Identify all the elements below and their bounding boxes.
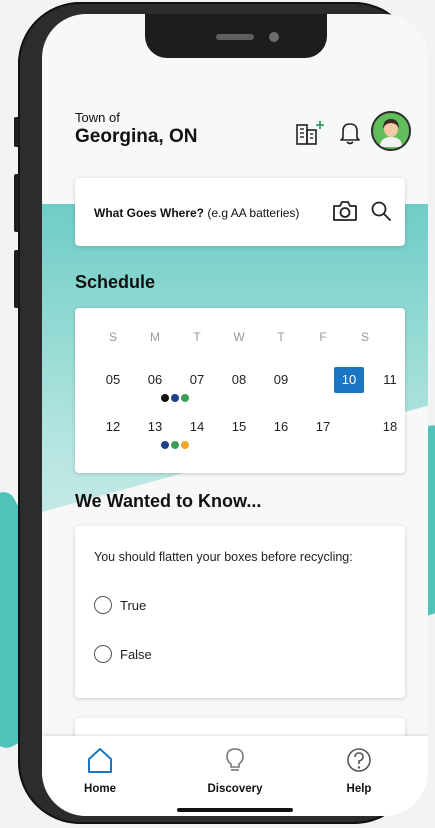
pickup-dot (171, 394, 179, 402)
calendar-date-selected[interactable]: 10 (334, 367, 364, 393)
calendar-date[interactable]: 15 (224, 414, 254, 440)
tab-label: Discovery (207, 783, 263, 795)
radio-button[interactable] (94, 645, 112, 663)
tab-help[interactable]: Help (314, 746, 404, 795)
weekday-label: M (150, 330, 160, 344)
weekday-label: F (319, 330, 327, 344)
town-name: Georgina, ON (75, 126, 198, 147)
we-wanted-to-know-title: We Wanted to Know... (75, 491, 262, 511)
quiz-question: You should flatten your boxes before rec… (94, 550, 353, 564)
tab-home[interactable]: Home (55, 746, 145, 795)
camera-icon[interactable] (332, 200, 358, 222)
what-goes-where-search[interactable]: What Goes Where? (e.g AA batteries) (75, 178, 405, 246)
calendar-date[interactable]: 17 (308, 414, 338, 440)
phone-frame: Town of Georgina, ON What Goes Where? (e… (14, 2, 428, 824)
phone-side-button (14, 174, 19, 232)
calendar-date[interactable]: 11 (375, 367, 405, 393)
calendar-date[interactable]: 06 (140, 367, 170, 393)
app-screen: Town of Georgina, ON What Goes Where? (e… (42, 14, 428, 816)
pickup-dots (161, 441, 189, 449)
tab-discovery[interactable]: Discovery (190, 746, 280, 795)
home-icon (88, 748, 112, 773)
bottom-tab-bar: Home Discovery Help (42, 736, 428, 816)
weekday-label: T (193, 330, 201, 344)
schedule-title: Schedule (75, 272, 156, 292)
avatar[interactable] (371, 111, 411, 151)
schedule-calendar: S M T W T F S 05 06 07 08 09 10 11 12 13… (75, 308, 405, 473)
calendar-date[interactable]: 05 (98, 367, 128, 393)
pickup-dot (161, 441, 169, 449)
option-label: False (120, 646, 152, 662)
calendar-date[interactable]: 09 (266, 367, 296, 393)
front-camera (269, 32, 279, 42)
weekday-label: T (277, 330, 285, 344)
calendar-date[interactable]: 12 (98, 414, 128, 440)
user-avatar-icon (380, 119, 402, 147)
speaker (216, 34, 254, 40)
weekday-label: S (360, 330, 369, 344)
calendar-date[interactable]: 13 (140, 414, 170, 440)
radio-button[interactable] (94, 596, 112, 614)
pickup-dot (171, 441, 179, 449)
tab-label: Home (84, 783, 116, 795)
search-icon[interactable] (370, 200, 392, 222)
calendar-date[interactable]: 08 (224, 367, 254, 393)
pickup-dots (161, 394, 189, 402)
weekday-label: S (108, 330, 117, 344)
option-label: True (120, 597, 147, 613)
quiz-option-false[interactable]: False (94, 645, 152, 663)
weekday-label: W (233, 330, 245, 344)
quiz-card: You should flatten your boxes before rec… (75, 526, 405, 698)
search-label: What Goes Where? (e.g AA batteries) (94, 206, 300, 220)
building-add-icon[interactable] (295, 120, 325, 146)
phone-side-button (14, 250, 19, 308)
calendar-date[interactable]: 18 (375, 414, 405, 440)
town-prefix: Town of (75, 110, 120, 125)
calendar-date[interactable]: 16 (266, 414, 296, 440)
pickup-dot (181, 394, 189, 402)
lightbulb-icon (226, 748, 244, 771)
bell-icon[interactable] (339, 120, 361, 146)
tab-label: Help (346, 783, 372, 795)
calendar-date[interactable]: 07 (182, 367, 212, 393)
calendar-date[interactable]: 14 (182, 414, 212, 440)
home-indicator (177, 808, 293, 812)
pickup-dot (181, 441, 189, 449)
pickup-dot (161, 394, 169, 402)
help-icon (347, 748, 371, 772)
notch (145, 14, 327, 58)
phone-side-button (14, 117, 19, 147)
quiz-option-true[interactable]: True (94, 596, 146, 614)
